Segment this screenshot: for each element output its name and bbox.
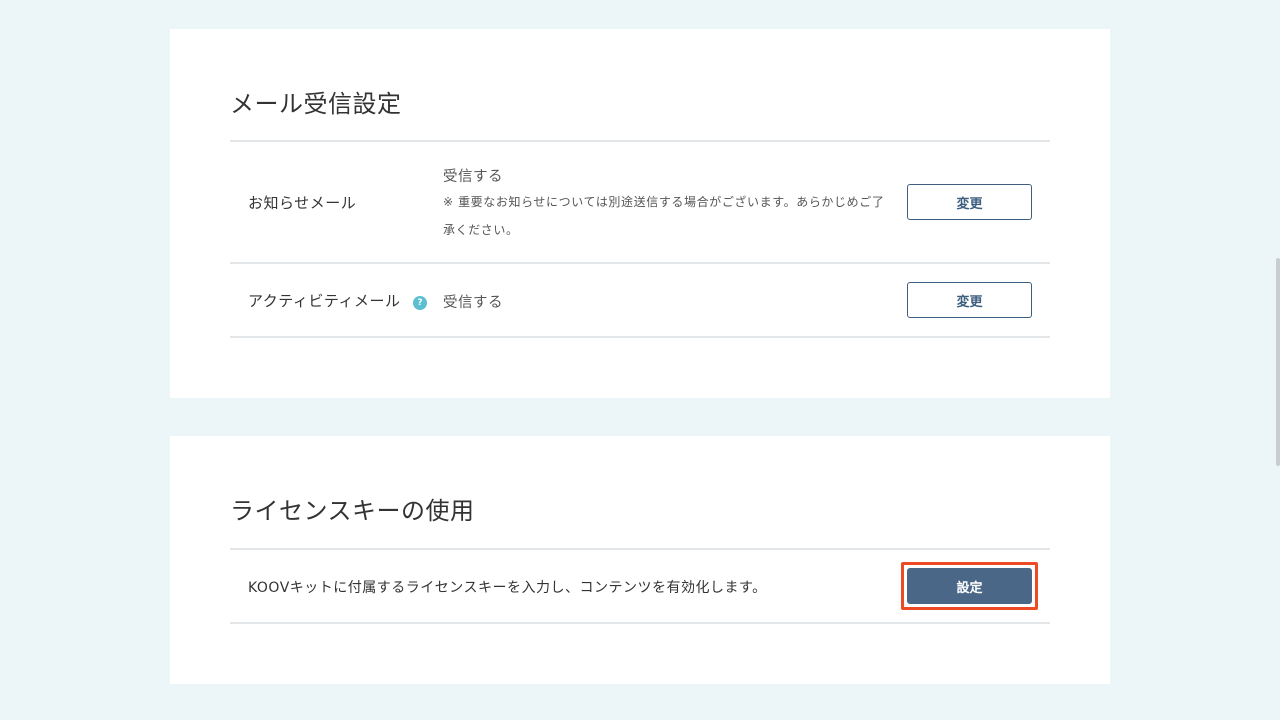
notice-mail-note: ※ 重要なお知らせについては別途送信する場合がございます。あらかじめご了承くださ… <box>443 195 885 237</box>
divider <box>230 622 1050 624</box>
license-description: KOOVキットに付属するライセンスキーを入力し、コンテンツを有効化します。 <box>248 580 767 596</box>
divider <box>230 336 1050 338</box>
license-card: ライセンスキーの使用 KOOVキットに付属するライセンスキーを入力し、コンテンツ… <box>170 436 1110 684</box>
scrollbar[interactable] <box>1276 258 1280 466</box>
mail-settings-card: メール受信設定 お知らせメール 受信する ※ 重要なお知らせについては別途送信す… <box>170 29 1110 398</box>
license-title: ライセンスキーの使用 <box>230 497 475 525</box>
notice-mail-value: 受信する <box>443 169 503 185</box>
activity-mail-change-button[interactable]: 変更 <box>907 282 1032 318</box>
divider <box>230 548 1050 550</box>
license-set-button[interactable]: 設定 <box>907 568 1032 604</box>
notice-mail-label: お知らせメール <box>248 194 357 212</box>
mail-settings-title: メール受信設定 <box>230 90 402 118</box>
divider <box>230 140 1050 142</box>
activity-mail-value: 受信する <box>443 295 503 311</box>
activity-mail-label: アクティビティメール <box>248 292 401 310</box>
notice-mail-change-button[interactable]: 変更 <box>907 184 1032 220</box>
divider <box>230 262 1050 264</box>
help-icon[interactable]: ? <box>413 296 427 310</box>
